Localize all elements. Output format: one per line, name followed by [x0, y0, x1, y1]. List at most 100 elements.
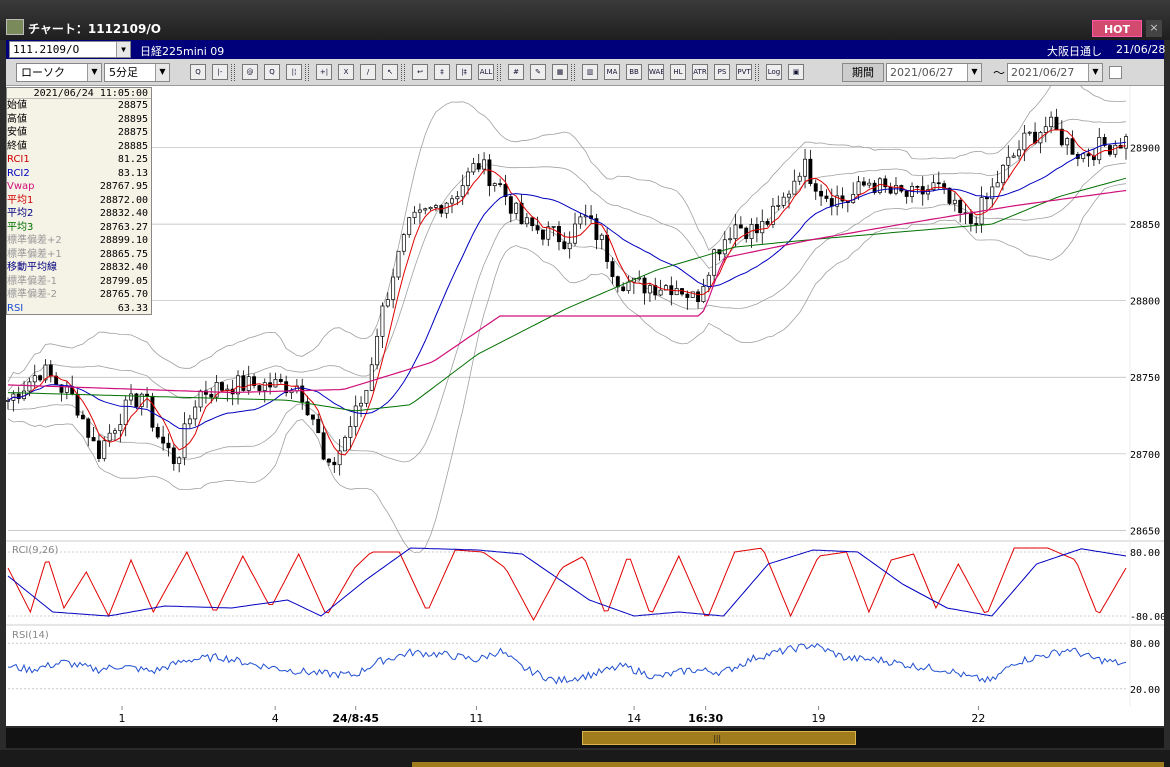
candle-body[interactable]: [375, 336, 380, 366]
candle-body[interactable]: [524, 217, 529, 225]
close-icon[interactable]: ×: [1146, 20, 1162, 37]
candle-body[interactable]: [102, 440, 107, 459]
candle-body[interactable]: [75, 393, 80, 416]
candle-body[interactable]: [567, 242, 572, 250]
candle-body[interactable]: [540, 229, 545, 240]
candle-body[interactable]: [48, 364, 53, 377]
candle-body[interactable]: [674, 288, 679, 296]
candle-body[interactable]: [401, 234, 406, 252]
candle-body[interactable]: [658, 289, 663, 296]
candle-body[interactable]: [776, 204, 781, 207]
candle-body[interactable]: [246, 376, 251, 391]
toolbar-button-23[interactable]: PVT: [736, 64, 752, 80]
candle-body[interactable]: [353, 405, 358, 427]
candle-body[interactable]: [86, 418, 91, 438]
candle-body[interactable]: [407, 217, 412, 235]
candle-body[interactable]: [562, 241, 567, 250]
candle-body[interactable]: [471, 163, 476, 173]
candle-body[interactable]: [995, 182, 1000, 188]
candle-body[interactable]: [433, 205, 438, 208]
toolbar-button-7[interactable]: /: [360, 64, 376, 80]
toolbar-button-22[interactable]: PS: [714, 64, 730, 80]
candle-body[interactable]: [1006, 156, 1011, 166]
title-bar[interactable]: チャート：1112109/O HOT ×: [0, 0, 1170, 40]
candle-body[interactable]: [621, 286, 626, 292]
candle-body[interactable]: [450, 198, 454, 204]
candle-body[interactable]: [316, 418, 321, 434]
candle-body[interactable]: [514, 202, 519, 214]
toolbar-button-3[interactable]: Q: [264, 64, 280, 80]
candle-body[interactable]: [32, 375, 37, 383]
toolbar-button-19[interactable]: WAE: [648, 64, 664, 80]
hot-button[interactable]: HOT: [1092, 20, 1142, 37]
candle-body[interactable]: [466, 171, 470, 186]
candle-body[interactable]: [1054, 116, 1059, 130]
interval-select[interactable]: 5分足 ▼: [104, 63, 170, 82]
toolbar-button-24[interactable]: Log: [766, 64, 782, 80]
candle-body[interactable]: [615, 276, 620, 288]
candle-body[interactable]: [455, 196, 460, 200]
candle-body[interactable]: [273, 378, 278, 388]
candle-body[interactable]: [1001, 164, 1005, 184]
toolbar-button-0[interactable]: Q: [190, 64, 206, 80]
candle-body[interactable]: [193, 406, 198, 420]
candle-body[interactable]: [27, 381, 32, 392]
candle-body[interactable]: [1043, 126, 1048, 133]
candle-body[interactable]: [396, 250, 401, 278]
candle-body[interactable]: [760, 220, 765, 234]
chevron-down-icon[interactable]: ▼: [116, 42, 130, 57]
candle-body[interactable]: [492, 183, 497, 187]
candle-body[interactable]: [369, 364, 374, 391]
date-to-input[interactable]: 2021/06/27 ▼: [1007, 63, 1103, 82]
candle-body[interactable]: [787, 193, 791, 198]
candle-body[interactable]: [80, 414, 85, 420]
candle-body[interactable]: [1011, 155, 1016, 158]
candle-body[interactable]: [765, 220, 770, 225]
candle-body[interactable]: [262, 382, 267, 391]
candle-body[interactable]: [888, 186, 893, 194]
candle-body[interactable]: [599, 234, 604, 240]
candle-body[interactable]: [984, 197, 989, 200]
candle-body[interactable]: [364, 389, 369, 404]
candle-body[interactable]: [904, 190, 909, 197]
toolbar-button-8[interactable]: ↖: [382, 64, 398, 80]
candle-body[interactable]: [482, 159, 487, 170]
candle-body[interactable]: [209, 394, 214, 398]
candle-body[interactable]: [754, 224, 759, 234]
candle-body[interactable]: [1065, 138, 1070, 146]
candle-body[interactable]: [861, 181, 866, 186]
date-from-input[interactable]: 2021/06/27 ▼: [886, 63, 982, 82]
candle-body[interactable]: [1022, 132, 1027, 151]
toolbar-button-4[interactable]: |¦: [286, 64, 302, 80]
toolbar-button-14[interactable]: ✎: [530, 64, 546, 80]
candle-body[interactable]: [642, 277, 647, 294]
candle-body[interactable]: [417, 209, 422, 213]
toolbar-button-21[interactable]: ATR: [692, 64, 708, 80]
candle-body[interactable]: [1070, 138, 1075, 155]
candle-body[interactable]: [161, 436, 166, 444]
candle-body[interactable]: [733, 224, 738, 240]
candle-body[interactable]: [803, 158, 807, 177]
chevron-down-icon[interactable]: ▼: [155, 64, 169, 81]
candle-body[interactable]: [220, 382, 224, 391]
candle-body[interactable]: [385, 299, 390, 307]
candle-body[interactable]: [1049, 116, 1054, 128]
calendar-icon[interactable]: ▼: [1088, 64, 1102, 81]
candle-body[interactable]: [412, 211, 417, 218]
candle-body[interactable]: [813, 183, 818, 192]
toolbar-button-2[interactable]: @: [242, 64, 258, 80]
toolbar-button-17[interactable]: MA: [604, 64, 620, 80]
candle-body[interactable]: [1097, 137, 1102, 161]
candle-body[interactable]: [166, 442, 171, 449]
bottom-tab[interactable]: [412, 762, 1164, 767]
candle-body[interactable]: [1113, 144, 1118, 155]
candle-body[interactable]: [359, 402, 363, 407]
candle-body[interactable]: [38, 375, 43, 381]
candle-body[interactable]: [423, 208, 428, 211]
candle-body[interactable]: [6, 400, 10, 402]
candle-body[interactable]: [578, 216, 583, 225]
toolbar-button-13[interactable]: #: [508, 64, 524, 80]
candle-body[interactable]: [867, 182, 872, 186]
candle-body[interactable]: [380, 305, 385, 337]
candle-body[interactable]: [722, 239, 727, 255]
